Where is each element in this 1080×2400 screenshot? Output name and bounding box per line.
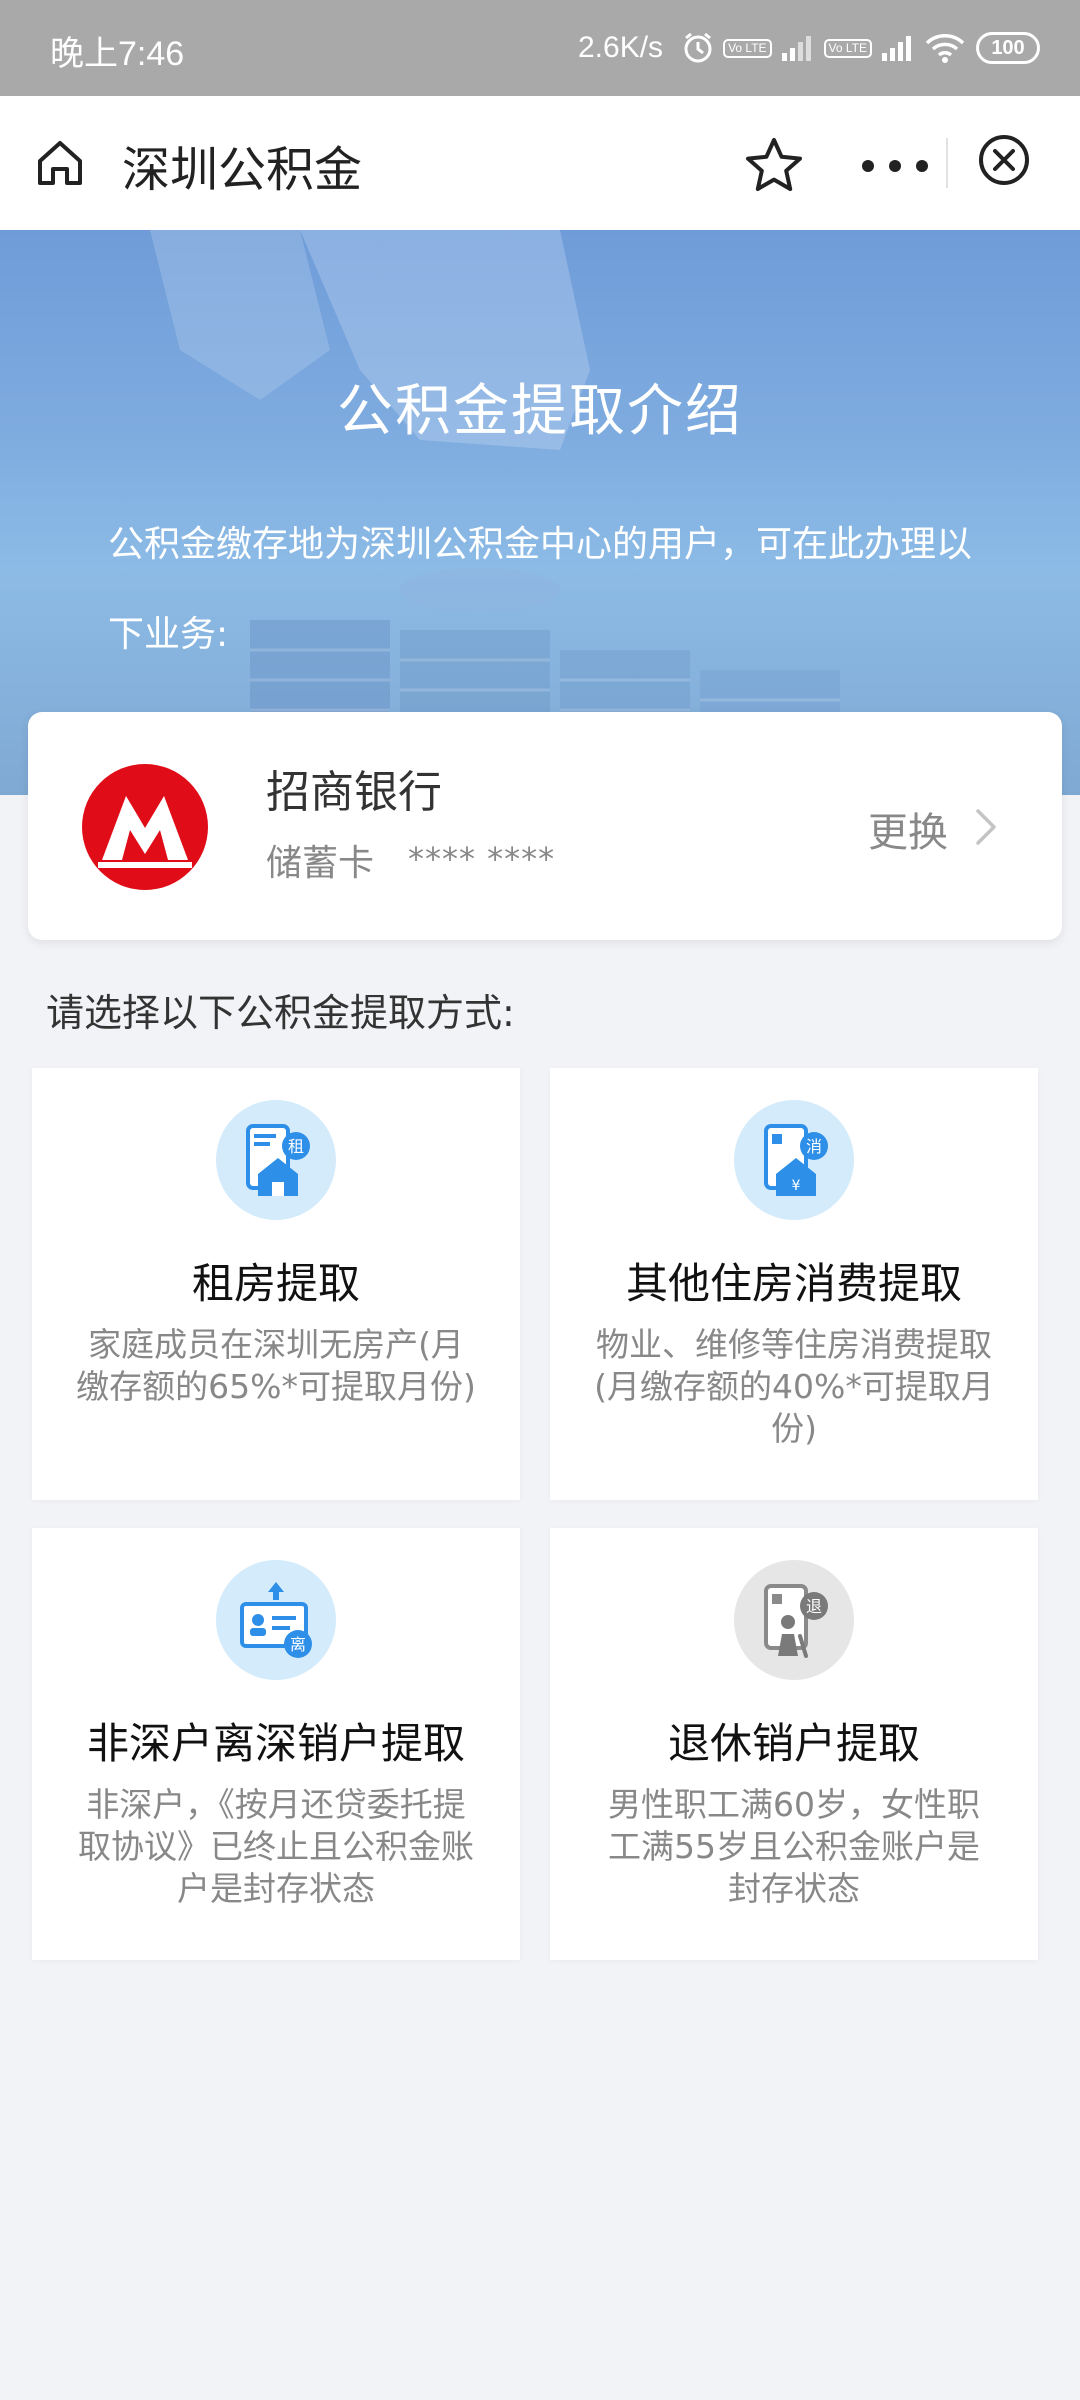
banner-description: 公积金缴存地为深圳公积金中心的用户，可在此办理以下业务: bbox=[108, 524, 973, 655]
page-title: 深圳公积金 bbox=[122, 142, 363, 198]
signal-icon bbox=[880, 33, 916, 63]
cmb-bank-logo-icon bbox=[80, 762, 210, 896]
more-options-icon[interactable] bbox=[860, 158, 930, 174]
option-card-retirement[interactable]: 退 退休销户提取 男性职工满60岁，女性职工满55岁且公积金账户是封存状态 bbox=[550, 1528, 1038, 1960]
alarm-icon bbox=[681, 31, 715, 65]
wifi-icon bbox=[924, 32, 966, 64]
option-description: 家庭成员在深圳无房产(月缴存额的65%*可提取月份) bbox=[76, 1325, 476, 1406]
change-card-button[interactable]: 更换 bbox=[868, 800, 998, 858]
intro-banner: 公积金提取介绍 公积金缴存地为深圳公积金中心的用户，可在此办理以下业务: bbox=[0, 230, 1080, 795]
svg-text:消: 消 bbox=[806, 1137, 822, 1156]
header-divider bbox=[946, 138, 948, 188]
network-speed: 2.6K/s bbox=[578, 31, 664, 64]
rent-house-icon: 租 bbox=[216, 1100, 336, 1220]
card-type: 储蓄卡 bbox=[266, 843, 375, 884]
close-icon[interactable] bbox=[977, 133, 1031, 191]
option-title: 退休销户提取 bbox=[667, 1719, 920, 1768]
option-card-leave-shenzhen[interactable]: 离 非深户离深销户提取 非深户，《按月还贷委托提取协议》已终止且公积金账户是封存… bbox=[32, 1528, 520, 1960]
status-bar: 晚上7:46 2.6K/s Vo LTE Vo LTE 100 bbox=[0, 0, 1080, 96]
battery-indicator: 100 bbox=[976, 32, 1040, 64]
svg-text:¥: ¥ bbox=[792, 1178, 801, 1194]
card-number: **** **** bbox=[408, 840, 556, 878]
option-card-rent[interactable]: 租 租房提取 家庭成员在深圳无房产(月缴存额的65%*可提取月份) bbox=[32, 1068, 520, 1500]
option-description: 男性职工满60岁，女性职工满55岁且公积金账户是封存状态 bbox=[608, 1785, 980, 1908]
volte-icon: Vo LTE bbox=[823, 38, 872, 58]
banner-title: 公积金提取介绍 bbox=[337, 379, 743, 444]
change-card-label: 更换 bbox=[868, 810, 948, 856]
option-title: 租房提取 bbox=[191, 1259, 360, 1308]
retirement-elder-icon: 退 bbox=[734, 1560, 854, 1680]
signal-icon bbox=[780, 33, 816, 63]
svg-text:租: 租 bbox=[288, 1137, 304, 1156]
housing-consumption-icon: ¥ 消 bbox=[734, 1100, 854, 1220]
option-title: 非深户离深销户提取 bbox=[86, 1719, 465, 1768]
option-title: 其他住房消费提取 bbox=[625, 1259, 962, 1308]
home-icon[interactable] bbox=[34, 137, 86, 193]
volte-icon: Vo LTE bbox=[723, 38, 772, 58]
favorite-star-icon[interactable] bbox=[742, 134, 806, 198]
bank-card-selector[interactable]: 招商银行 储蓄卡 **** **** 更换 bbox=[28, 712, 1062, 940]
svg-text:离: 离 bbox=[290, 1635, 306, 1654]
option-description: 物业、维修等住房消费提取(月缴存额的40%*可提取月份) bbox=[594, 1325, 994, 1448]
bank-name: 招商银行 bbox=[266, 767, 442, 818]
leave-city-icon: 离 bbox=[216, 1560, 336, 1680]
status-time: 晚上7:46 bbox=[50, 35, 185, 73]
chevron-right-icon bbox=[974, 807, 998, 851]
status-icons: 2.6K/s Vo LTE Vo LTE 100 bbox=[578, 24, 1040, 72]
svg-text:退: 退 bbox=[806, 1597, 822, 1616]
section-title: 请选择以下公积金提取方式: bbox=[46, 991, 515, 1035]
option-card-other-housing[interactable]: ¥ 消 其他住房消费提取 物业、维修等住房消费提取(月缴存额的40%*可提取月份… bbox=[550, 1068, 1038, 1500]
app-header: 深圳公积金 bbox=[0, 96, 1080, 230]
option-description: 非深户，《按月还贷委托提取协议》已终止且公积金账户是封存状态 bbox=[78, 1785, 474, 1908]
